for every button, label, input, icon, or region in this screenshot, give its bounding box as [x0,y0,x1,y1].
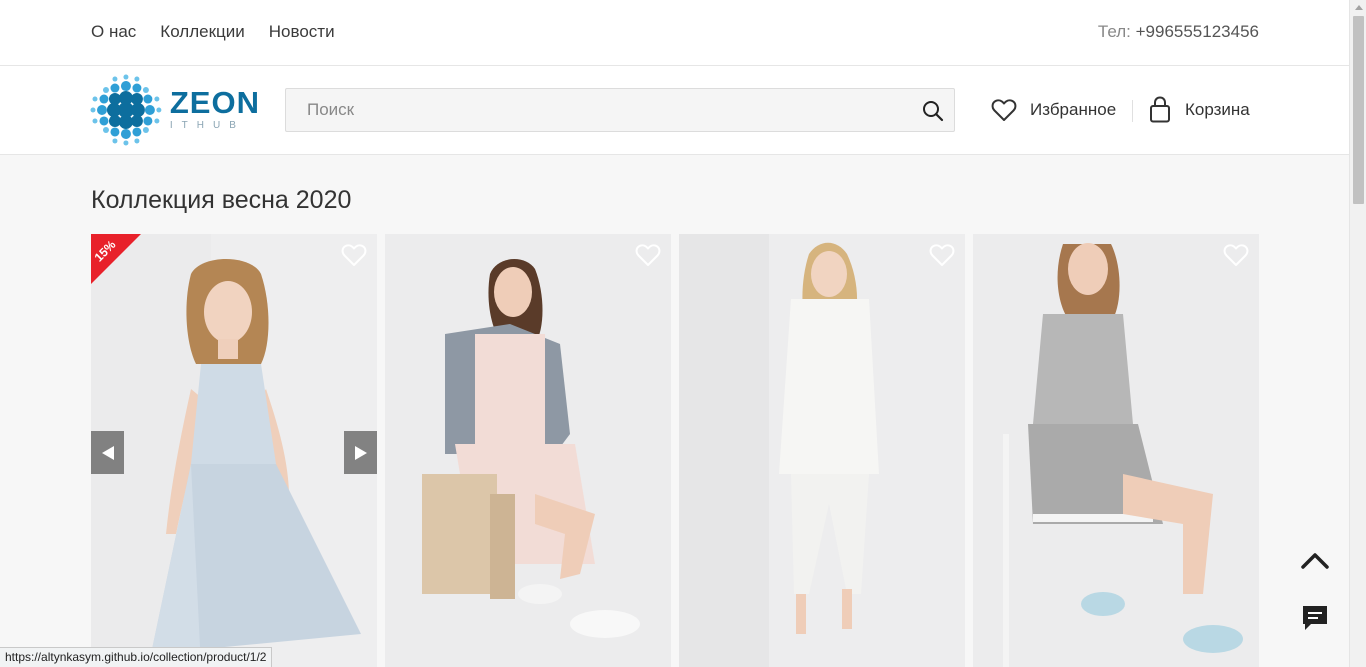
product-card[interactable] [973,234,1259,667]
product-photo [679,234,965,667]
product-photo [385,234,671,667]
heart-icon[interactable] [635,243,661,267]
arrow-right-icon [354,445,367,460]
favorites-label: Избранное [1030,100,1117,119]
logo-subtitle: ITHUB [169,120,245,131]
heart-icon[interactable] [1223,243,1249,267]
search-input[interactable] [286,89,886,131]
carousel-prev-button[interactable] [91,431,124,474]
page-scrollbar[interactable] [1349,0,1366,667]
scroll-up-arrow[interactable] [1355,5,1363,10]
search-box [285,88,955,132]
heart-icon [991,99,1017,121]
nav-link-news[interactable]: Новости [269,22,335,42]
favorites-link[interactable]: Избранное [991,98,1116,122]
logo-mark-icon [90,74,162,146]
carousel-next-button[interactable] [344,431,377,474]
bag-icon [1150,96,1170,123]
heart-icon[interactable] [341,243,367,267]
product-photo [91,234,377,667]
nav-link-collections[interactable]: Коллекции [160,22,244,42]
logo[interactable]: ZEON ITHUB [90,74,260,146]
product-photo [973,234,1259,667]
logo-name: ZEON [169,85,260,120]
phone-info: Тел: +996555123456 [1098,22,1259,42]
header-divider [1132,100,1133,122]
cart-label: Корзина [1185,99,1250,119]
phone-label: Тел: [1097,22,1131,41]
top-bar: О нас Коллекции Новости Тел: +9965551234… [0,0,1349,66]
main-header: ZEON ITHUB Избранное Корзина [0,66,1349,155]
product-card[interactable]: 15% [91,234,377,667]
nav-link-about[interactable]: О нас [91,22,136,42]
arrow-left-icon [101,445,114,460]
product-card[interactable] [679,234,965,667]
status-url: https://altynkasym.github.io/collection/… [0,647,273,667]
chevron-up-icon[interactable] [1299,549,1331,573]
cart-link[interactable]: Корзина [1149,96,1250,123]
phone-number[interactable]: +996555123456 [1136,22,1259,41]
top-nav: О нас Коллекции Новости [91,22,335,42]
scrollbar-thumb[interactable] [1353,16,1364,204]
search-icon[interactable] [922,100,944,122]
chat-icon[interactable] [1300,603,1330,633]
heart-icon[interactable] [929,243,955,267]
product-card[interactable] [385,234,671,667]
logo-text: ZEON ITHUB [169,85,260,132]
section-title: Коллекция весна 2020 [91,186,352,214]
